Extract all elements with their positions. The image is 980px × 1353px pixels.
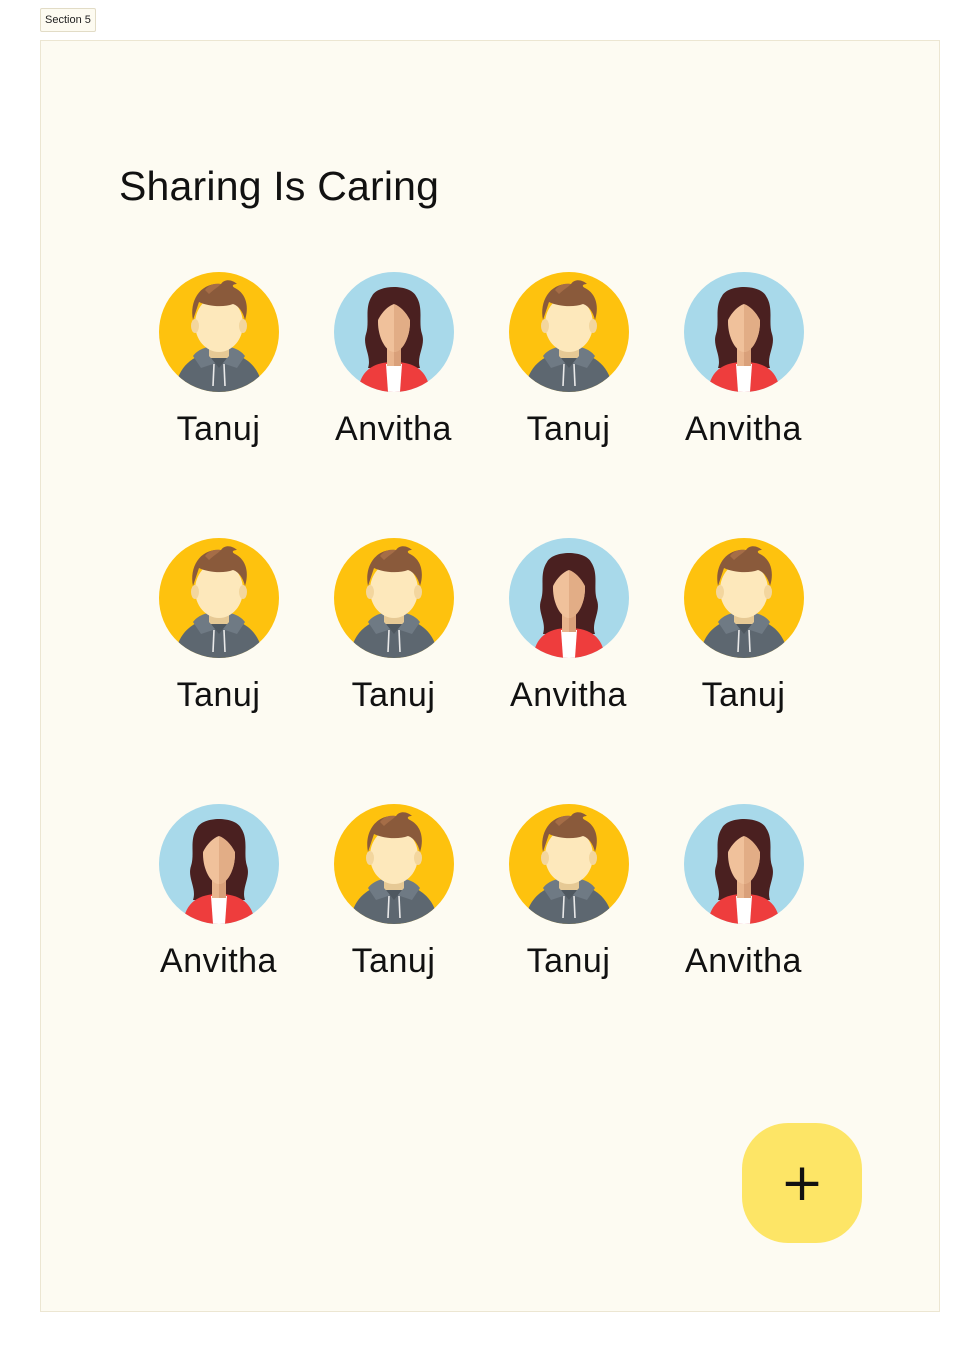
member-card[interactable]: Tanuj [481, 804, 656, 1070]
page-title: Sharing Is Caring [119, 163, 440, 209]
member-grid: Tanuj Anvitha Tanuj Anvitha Tanuj Tanuj … [131, 272, 831, 1070]
member-name: Tanuj [176, 676, 261, 714]
member-card[interactable]: Anvitha [306, 272, 481, 538]
member-card[interactable]: Tanuj [656, 538, 831, 804]
male-avatar-icon [333, 538, 454, 658]
member-card[interactable]: Tanuj [131, 538, 306, 804]
member-name: Tanuj [701, 676, 786, 714]
plus-icon: + [780, 1153, 824, 1213]
member-name: Tanuj [526, 942, 611, 980]
member-name: Anvitha [685, 942, 802, 980]
member-card[interactable]: Tanuj [131, 272, 306, 538]
male-avatar-icon [508, 804, 629, 924]
member-card[interactable]: Anvitha [656, 272, 831, 538]
female-avatar-icon [333, 272, 454, 392]
section-label: Section 5 [40, 8, 96, 32]
female-avatar-icon [508, 538, 629, 658]
sharing-frame: Sharing Is Caring Tanuj Anvitha Tanuj An… [40, 40, 940, 1312]
member-card[interactable]: Anvitha [131, 804, 306, 1070]
member-card[interactable]: Tanuj [306, 804, 481, 1070]
male-avatar-icon [333, 804, 454, 924]
male-avatar-icon [158, 272, 279, 392]
member-name: Tanuj [526, 410, 611, 448]
member-name: Anvitha [335, 410, 452, 448]
member-card[interactable]: Tanuj [306, 538, 481, 804]
member-name: Tanuj [176, 410, 261, 448]
male-avatar-icon [158, 538, 279, 658]
member-name: Anvitha [685, 410, 802, 448]
member-card[interactable]: Anvitha [656, 804, 831, 1070]
female-avatar-icon [158, 804, 279, 924]
male-avatar-icon [683, 538, 804, 658]
member-card[interactable]: Tanuj [481, 272, 656, 538]
male-avatar-icon [508, 272, 629, 392]
member-card[interactable]: Anvitha [481, 538, 656, 804]
member-name: Tanuj [351, 676, 436, 714]
female-avatar-icon [683, 272, 804, 392]
female-avatar-icon [683, 804, 804, 924]
member-name: Tanuj [351, 942, 436, 980]
add-button[interactable]: + [742, 1123, 862, 1243]
member-name: Anvitha [510, 676, 627, 714]
member-name: Anvitha [160, 942, 277, 980]
